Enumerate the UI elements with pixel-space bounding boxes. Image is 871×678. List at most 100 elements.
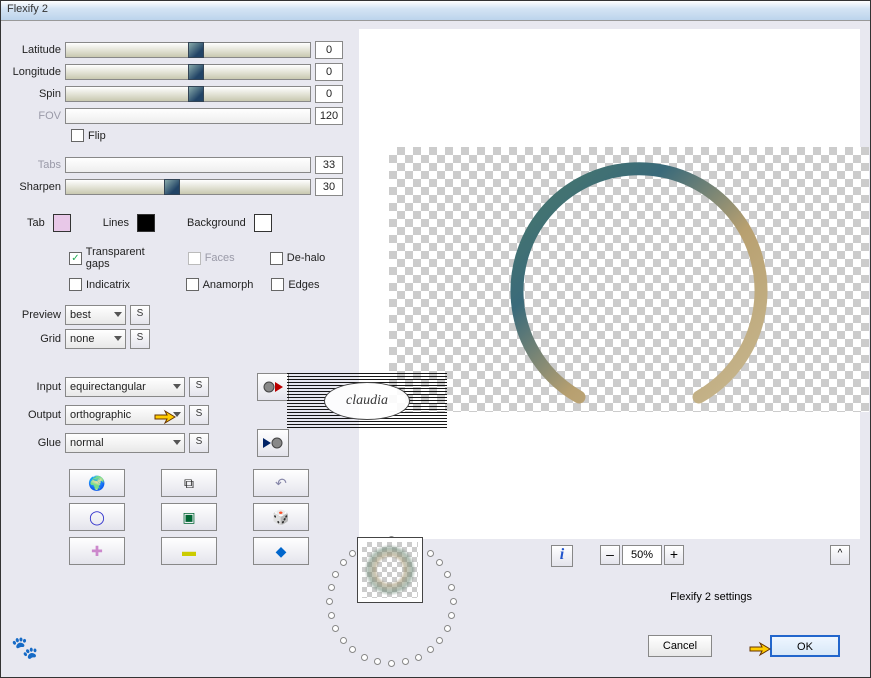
grid-save-button[interactable]: S bbox=[130, 329, 150, 349]
fov-row: FOV 120 bbox=[9, 107, 343, 125]
lego-icon: ▬ bbox=[182, 543, 196, 559]
sharpen-slider[interactable] bbox=[65, 179, 311, 195]
fov-value[interactable]: 120 bbox=[315, 107, 343, 125]
ring-dot[interactable] bbox=[349, 646, 356, 653]
ok-button[interactable]: OK bbox=[770, 635, 840, 657]
glue-select[interactable]: normal bbox=[65, 433, 185, 453]
zoom-out-button[interactable]: – bbox=[600, 545, 620, 565]
edges-item: Edges bbox=[271, 278, 343, 291]
ring-dot[interactable] bbox=[427, 646, 434, 653]
ring-dot[interactable] bbox=[448, 584, 455, 591]
spin-value[interactable]: 0 bbox=[315, 85, 343, 103]
output-label: Output bbox=[9, 409, 65, 421]
background-color-label: Background bbox=[187, 217, 246, 229]
preview-row: Preview best S bbox=[9, 305, 343, 325]
info-button[interactable]: i bbox=[551, 545, 573, 567]
ring-button[interactable]: ◯ bbox=[69, 503, 125, 531]
flexify-window: Flexify 2 Latitude 0 Longitude 0 Spin 0 … bbox=[0, 0, 871, 678]
edges-label: Edges bbox=[288, 279, 319, 291]
globe-button[interactable]: 🌍 bbox=[69, 469, 125, 497]
flip-checkbox[interactable] bbox=[71, 129, 84, 142]
dehalo-checkbox[interactable] bbox=[270, 252, 283, 265]
bottom-strip: i – 50% + ^ Flexify 2 settings Cancel OK bbox=[321, 531, 862, 671]
output-save-button[interactable]: S bbox=[189, 405, 209, 425]
zoom-value[interactable]: 50% bbox=[622, 545, 662, 565]
ring-dot[interactable] bbox=[415, 654, 422, 661]
longitude-value[interactable]: 0 bbox=[315, 63, 343, 81]
input-row: Input equirectangular S bbox=[9, 373, 343, 401]
zoom-in-button[interactable]: + bbox=[664, 545, 684, 565]
brick-button[interactable]: ▣ bbox=[161, 503, 217, 531]
ring-dot[interactable] bbox=[340, 637, 347, 644]
output-select[interactable]: orthographic bbox=[65, 405, 185, 425]
cancel-button[interactable]: Cancel bbox=[648, 635, 712, 657]
longitude-slider[interactable] bbox=[65, 64, 311, 80]
titlebar[interactable]: Flexify 2 bbox=[1, 1, 870, 21]
glue-save-button[interactable]: S bbox=[189, 433, 209, 453]
cross-button[interactable]: ✚ bbox=[69, 537, 125, 565]
ring-dot[interactable] bbox=[450, 598, 457, 605]
preview-label: Preview bbox=[9, 309, 65, 321]
brick-icon: ▣ bbox=[182, 509, 195, 526]
ring-dot[interactable] bbox=[328, 584, 335, 591]
tabs-value[interactable]: 33 bbox=[315, 156, 343, 174]
preview-save-button[interactable]: S bbox=[130, 305, 150, 325]
ring-dot[interactable] bbox=[402, 658, 409, 665]
record-play-button[interactable] bbox=[257, 373, 289, 401]
edges-checkbox[interactable] bbox=[271, 278, 284, 291]
dice-button[interactable]: 🎲 bbox=[253, 503, 309, 531]
ring-dot[interactable] bbox=[374, 658, 381, 665]
latitude-value[interactable]: 0 bbox=[315, 41, 343, 59]
undo-button[interactable]: ↶ bbox=[253, 469, 309, 497]
spin-slider[interactable] bbox=[65, 86, 311, 102]
thumbnail-preview[interactable] bbox=[357, 537, 423, 603]
indicatrix-checkbox[interactable] bbox=[69, 278, 82, 291]
ring-dot[interactable] bbox=[332, 625, 339, 632]
longitude-thumb[interactable] bbox=[188, 64, 204, 80]
main-preview[interactable] bbox=[359, 29, 860, 539]
play-record-button[interactable] bbox=[257, 429, 289, 457]
cross-icon: ✚ bbox=[91, 543, 103, 560]
ring-dot[interactable] bbox=[427, 550, 434, 557]
collapse-button[interactable]: ^ bbox=[830, 545, 850, 565]
ring-dot[interactable] bbox=[328, 612, 335, 619]
paw-icon[interactable]: 🐾 bbox=[11, 635, 38, 661]
ring-dot[interactable] bbox=[332, 571, 339, 578]
ring-dot[interactable] bbox=[448, 612, 455, 619]
lines-color-swatch[interactable] bbox=[137, 214, 155, 232]
window-title: Flexify 2 bbox=[7, 3, 48, 15]
faces-checkbox bbox=[188, 252, 201, 265]
anamorph-checkbox[interactable] bbox=[186, 278, 199, 291]
lego-button[interactable]: ▬ bbox=[161, 537, 217, 565]
input-save-button[interactable]: S bbox=[189, 377, 209, 397]
input-select[interactable]: equirectangular bbox=[65, 377, 185, 397]
ring-dot[interactable] bbox=[340, 559, 347, 566]
transparent-gaps-checkbox[interactable]: ✓ bbox=[69, 252, 82, 265]
flip-label: Flip bbox=[88, 130, 106, 142]
grid-select[interactable]: none bbox=[65, 329, 126, 349]
sharpen-thumb[interactable] bbox=[164, 179, 180, 195]
copy-button[interactable]: ⧉ bbox=[161, 469, 217, 497]
ring-dot[interactable] bbox=[326, 598, 333, 605]
ring-dot[interactable] bbox=[444, 625, 451, 632]
ring-dot[interactable] bbox=[388, 660, 395, 667]
indicatrix-item: Indicatrix bbox=[69, 278, 168, 291]
gem-button[interactable]: ◆ bbox=[253, 537, 309, 565]
preview-canvas bbox=[389, 147, 869, 412]
latitude-thumb[interactable] bbox=[188, 42, 204, 58]
preview-select[interactable]: best bbox=[65, 305, 126, 325]
tab-color-swatch[interactable] bbox=[53, 214, 71, 232]
background-color-swatch[interactable] bbox=[254, 214, 272, 232]
spin-thumb[interactable] bbox=[188, 86, 204, 102]
lines-color-label: Lines bbox=[103, 217, 129, 229]
ring-dot[interactable] bbox=[349, 550, 356, 557]
controls-panel: Latitude 0 Longitude 0 Spin 0 FOV 120 bbox=[1, 21, 351, 677]
ring-dot[interactable] bbox=[436, 559, 443, 566]
latitude-slider[interactable] bbox=[65, 42, 311, 58]
tabs-slider bbox=[65, 157, 311, 173]
ring-dot[interactable] bbox=[361, 654, 368, 661]
dehalo-label: De-halo bbox=[287, 252, 326, 264]
ring-dot[interactable] bbox=[436, 637, 443, 644]
sharpen-value[interactable]: 30 bbox=[315, 178, 343, 196]
ring-dot[interactable] bbox=[444, 571, 451, 578]
